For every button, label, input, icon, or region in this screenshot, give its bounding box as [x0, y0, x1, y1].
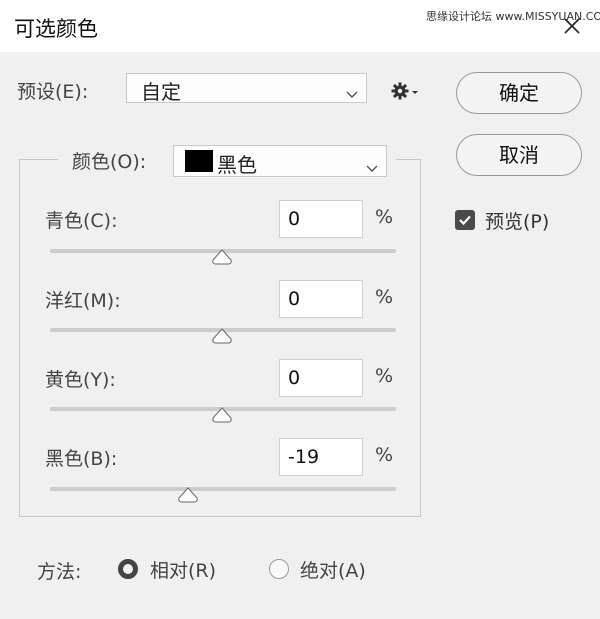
percent-unit: % — [375, 206, 394, 228]
color-label: 颜色(O): — [72, 151, 147, 173]
slider-label: 洋红(M): — [45, 290, 121, 312]
chevron-down-icon — [346, 84, 358, 103]
slider-label: 青色(C): — [45, 210, 118, 232]
magenta-input[interactable]: 0 — [279, 280, 363, 318]
gear-icon[interactable] — [390, 81, 420, 101]
checkmark-icon — [459, 215, 471, 226]
yellow-value: 0 — [288, 367, 301, 389]
black-value: -19 — [288, 446, 320, 468]
preview-label: 预览(P) — [485, 211, 550, 233]
slider-label: 黑色(B): — [45, 448, 118, 470]
preset-label: 预设(E): — [17, 81, 89, 103]
black-input[interactable]: -19 — [279, 438, 363, 476]
radio-absolute[interactable] — [269, 559, 289, 579]
radio-relative[interactable] — [118, 559, 138, 579]
dialog-title: 可选颜色 — [14, 17, 98, 41]
yellow-slider-thumb[interactable] — [211, 407, 233, 423]
percent-unit: % — [375, 365, 394, 387]
method-label: 方法: — [37, 561, 82, 583]
cyan-input[interactable]: 0 — [279, 200, 363, 238]
preset-dropdown[interactable]: 自定 — [126, 73, 367, 104]
close-icon[interactable] — [560, 14, 584, 38]
radio-relative-label: 相对(R) — [150, 560, 217, 582]
magenta-value: 0 — [288, 288, 301, 310]
color-dropdown[interactable]: 黑色 — [173, 145, 387, 177]
ok-button[interactable]: 确定 — [456, 72, 582, 114]
yellow-input[interactable]: 0 — [279, 359, 363, 397]
cyan-value: 0 — [288, 208, 301, 230]
color-swatch — [185, 150, 213, 172]
percent-unit: % — [375, 444, 394, 466]
chevron-down-icon — [366, 158, 378, 177]
black-slider-track[interactable] — [50, 487, 396, 491]
cancel-button[interactable]: 取消 — [456, 134, 582, 176]
percent-unit: % — [375, 286, 394, 308]
black-slider-thumb[interactable] — [177, 487, 199, 503]
cyan-slider-thumb[interactable] — [211, 249, 233, 265]
slider-label: 黄色(Y): — [45, 369, 116, 391]
color-value: 黑色 — [217, 153, 257, 177]
preset-value: 自定 — [141, 80, 181, 104]
radio-absolute-label: 绝对(A) — [300, 560, 366, 582]
title-bar: 可选颜色 思缘设计论坛 www.MISSYUAN.COM — [0, 0, 600, 52]
magenta-slider-thumb[interactable] — [211, 328, 233, 344]
preview-checkbox[interactable] — [455, 210, 475, 230]
